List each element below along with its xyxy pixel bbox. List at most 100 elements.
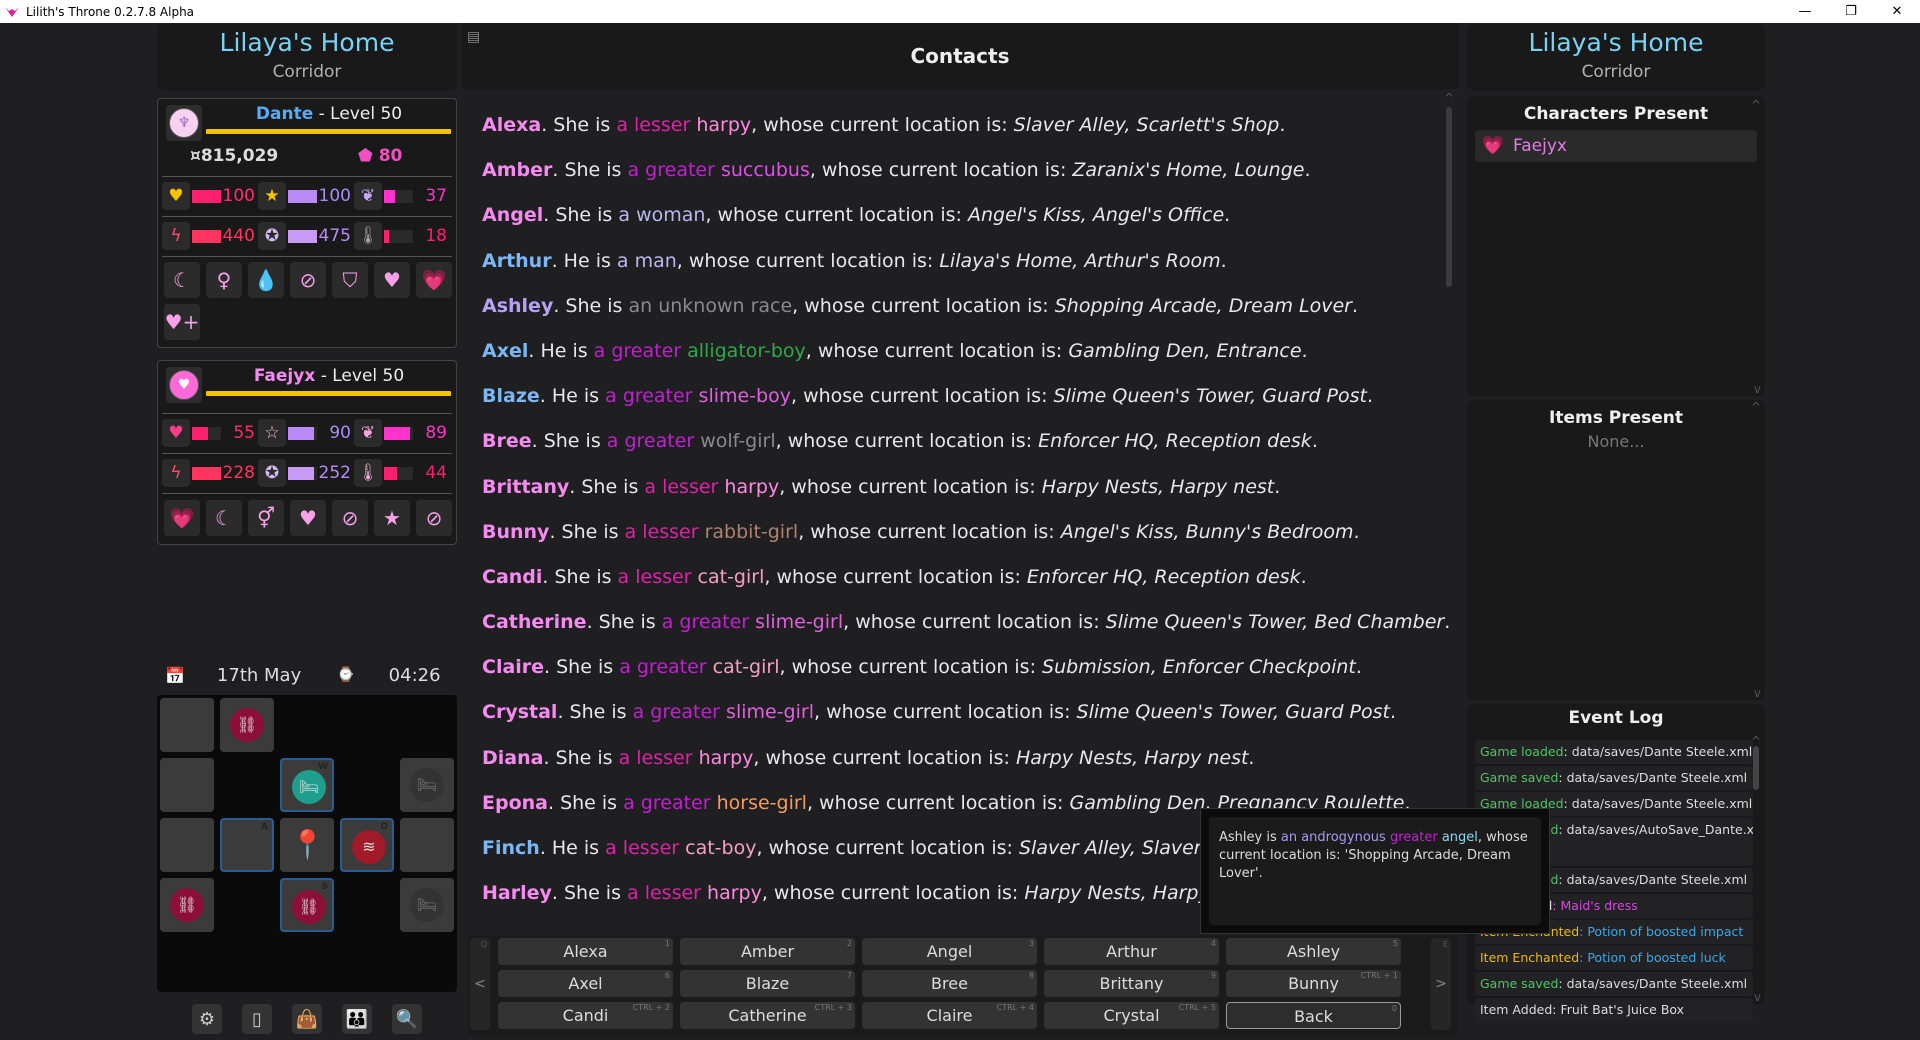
contact-button[interactable]: 3 Angel [862,938,1037,965]
player-card[interactable]: ♆ Dante - Level 50 ¤815,029 ⬟ 80 ♥ 100 ★ 10… [157,98,457,348]
scroll-down-icon[interactable]: v [1754,382,1761,396]
status-effect-icon[interactable]: ⊘ [332,500,368,536]
stat-icon[interactable]: ☆ [258,419,286,447]
restore-button[interactable]: ❐ [1828,0,1874,23]
scroll-up-icon[interactable]: ^ [1444,91,1454,105]
main-scrollbar[interactable]: ^ [1444,91,1454,891]
contact-name[interactable]: Arthur [482,250,552,272]
zoom-out-icon[interactable]: 🔍 [392,1004,422,1034]
map-tile-south[interactable]: S ⛓ [280,878,334,932]
contact-name[interactable]: Catherine [482,611,587,633]
map-tile-current[interactable]: 📍 [280,818,334,872]
map-tile-room[interactable]: 🛏 [400,878,454,932]
map-tile[interactable] [160,818,214,872]
character-present-item[interactable]: 💗 Faejyx [1475,130,1757,162]
stat-icon[interactable]: ϟ [162,459,190,487]
map-tile-east[interactable]: D ≋ [340,818,394,872]
status-effect-icon[interactable]: ☾ [164,262,200,298]
contact-name[interactable]: Harley [482,882,552,904]
contact-name[interactable]: Axel [482,340,528,362]
map-tile[interactable] [160,698,214,752]
stat-icon[interactable]: 🌡 [354,459,382,487]
map-tile-room[interactable]: 🛏 [400,758,454,812]
contact-name[interactable]: Bree [482,430,532,452]
stat-icon[interactable]: ❦ [354,419,382,447]
contact-name[interactable]: Crystal [482,701,557,723]
document-icon[interactable]: ▤ [467,29,480,45]
scroll-up-icon[interactable]: ^ [1751,98,1761,112]
contact-button[interactable]: CTRL + 2 Candi [498,1002,673,1029]
map-tile-slave-room[interactable]: ⛓ [160,878,214,932]
minimize-button[interactable]: — [1782,0,1828,23]
map-tile[interactable] [400,818,454,872]
contact-button[interactable]: 6 Axel [498,970,673,997]
status-effect-icon[interactable]: ★ [374,500,410,536]
contact-name[interactable]: Claire [482,656,544,678]
contact-button[interactable]: CTRL + 1 Bunny [1226,970,1401,997]
contact-button[interactable]: 1 Alexa [498,938,673,965]
scroll-thumb[interactable] [1446,107,1452,287]
contact-button[interactable]: 7 Blaze [680,970,855,997]
stat-icon[interactable]: ϟ [162,222,190,250]
stat-icon[interactable]: ❦ [354,182,382,210]
contact-name[interactable]: Bunny [482,521,549,543]
status-effect-icon[interactable]: ⊘ [416,500,452,536]
scroll-down-icon[interactable]: v [1754,686,1761,700]
stat-icon[interactable]: ♥ [162,182,190,210]
map-tile[interactable] [160,758,214,812]
status-effect-icon[interactable]: ☾ [206,500,242,536]
status-effect-icon[interactable]: 💗 [416,262,452,298]
contact-name[interactable]: Ashley [482,295,553,317]
contact-button[interactable]: CTRL + 3 Catherine [680,1002,855,1029]
minimap[interactable]: ⛓ W 🛏 🛏 A 📍 D ≋ ⛓ S ⛓ 🛏 [157,695,457,992]
status-effect-icon[interactable]: ⛉ [332,262,368,298]
scroll-up-icon[interactable]: ^ [1751,400,1761,414]
status-effect-icon[interactable]: 💗 [164,500,200,536]
contact-button[interactable]: CTRL + 5 Crystal [1044,1002,1219,1029]
back-button[interactable]: 0 Back [1226,1002,1401,1029]
status-effect-icon[interactable]: ♀ [206,262,242,298]
contact-button[interactable]: 5 Ashley [1226,938,1401,965]
companion-card[interactable]: ♥ Faejyx - Level 50 ♥ 55 ☆ 90 ❦ 89 ϟ 228 ✪ 252 🌡 4… [157,360,457,545]
log-scroll-thumb[interactable] [1753,746,1759,790]
contact-name[interactable]: Angel [482,204,543,226]
status-effect-icon[interactable]: ⚥ [248,500,284,536]
next-page-button[interactable]: E > [1431,938,1451,1030]
contact-name[interactable]: Alexa [482,114,541,136]
contact-name[interactable]: Finch [482,837,540,859]
previous-page-button[interactable]: Q < [470,938,490,1030]
status-effect-icon[interactable]: ♥ [290,500,326,536]
scroll-up-icon[interactable]: ^ [1751,734,1761,748]
stat-icon[interactable]: 🌡 [354,222,382,250]
player-avatar[interactable]: ♆ [166,105,202,141]
contact-button[interactable]: 9 Brittany [1044,970,1219,997]
settings-icon[interactable]: ⚙ [192,1004,222,1034]
status-effect-icon[interactable]: ⊘ [290,262,326,298]
map-tile-west[interactable]: A [220,818,274,872]
scroll-down-icon[interactable]: v [1754,990,1761,1004]
contact-name[interactable]: Candi [482,566,542,588]
stat-icon[interactable]: ✪ [258,222,286,250]
status-effect-icon[interactable]: ♥+ [164,304,200,340]
contact-button[interactable]: CTRL + 4 Claire [862,1002,1037,1029]
map-tile-north[interactable]: W 🛏 [280,758,334,812]
status-effect-icon[interactable]: ♥ [374,262,410,298]
stat-icon[interactable]: ★ [258,182,286,210]
companion-avatar[interactable]: ♥ [166,367,202,403]
inventory-icon[interactable]: 👜 [292,1004,322,1034]
contact-name[interactable]: Brittany [482,476,569,498]
close-button[interactable]: ✕ [1874,0,1920,23]
characters-icon[interactable]: 👪 [342,1004,372,1034]
contact-button[interactable]: 8 Bree [862,970,1037,997]
phone-icon[interactable]: ▯ [242,1004,272,1034]
map-tile-slave-room[interactable]: ⛓ [220,698,274,752]
contact-button[interactable]: 2 Amber [680,938,855,965]
stat-icon[interactable]: ♥ [162,419,190,447]
status-effect-icon[interactable]: 💧 [248,262,284,298]
contact-name[interactable]: Diana [482,747,543,769]
contact-name[interactable]: Epona [482,792,548,814]
contact-button[interactable]: 4 Arthur [1044,938,1219,965]
contact-name[interactable]: Amber [482,159,552,181]
contact-name[interactable]: Blaze [482,385,540,407]
stat-icon[interactable]: ✪ [258,459,286,487]
